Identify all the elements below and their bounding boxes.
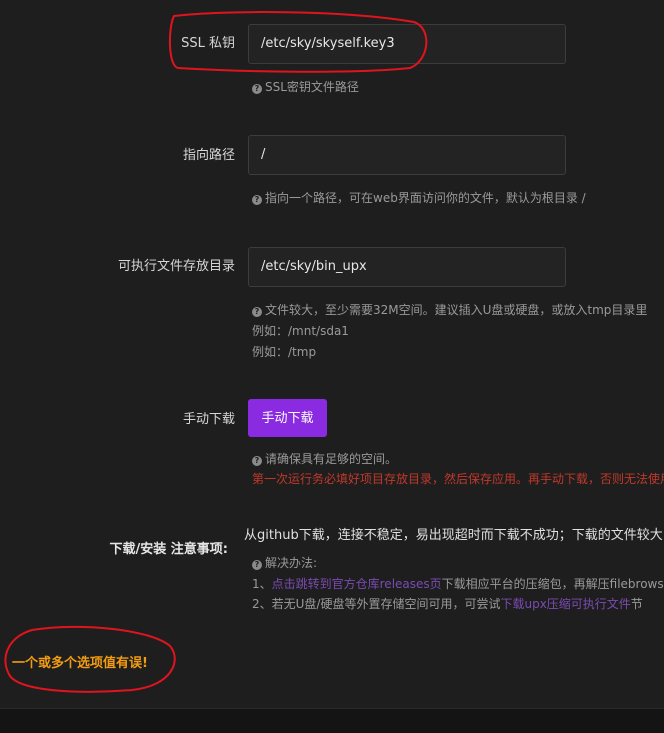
notes-main-text: 从github下载，连接不稳定，易出现超时而下载不成功；下载的文件较大 <box>244 528 663 543</box>
help-icon: ? <box>252 560 262 570</box>
help-icon: ? <box>252 307 262 317</box>
manual-download-warning: 第一次运行务必填好项目存放目录，然后保存应用。再手动下载，否则无法使用 <box>252 472 664 486</box>
exec-dir-input[interactable]: /etc/sky/bin_upx <box>248 247 566 287</box>
exec-dir-hint: ? 文件较大，至少需要32M空间。建议插入U盘或硬盘，或放入tmp目录里 <box>252 300 647 321</box>
path-hint: ? 指向一个路径，可在web界面访问你的文件，默认为根目录 / <box>252 188 586 209</box>
ssl-key-label: SSL 私钥 <box>181 36 235 51</box>
manual-download-button[interactable]: 手动下载 <box>248 399 327 437</box>
exec-dir-example2: 例如：/tmp <box>252 345 317 359</box>
ssl-key-hint: ? SSL密钥文件路径 <box>252 77 359 98</box>
notes-item-2: 2、若无U盘/硬盘等外置存储空间可用，可尝试下载upx压缩可执行文件节 <box>252 597 643 611</box>
exec-dir-label: 可执行文件存放目录 <box>117 259 235 274</box>
exec-dir-example1: 例如：/mnt/sda1 <box>252 324 349 338</box>
form-error-message: 一个或多个选项值有误! <box>12 656 148 671</box>
upx-download-link[interactable]: 下载upx压缩可执行文件 <box>500 597 630 611</box>
notes-solution-title: ? 解决办法: <box>252 553 317 574</box>
ssl-key-input[interactable]: /etc/sky/skyself.key3 <box>248 24 566 64</box>
path-label: 指向路径 <box>182 148 235 163</box>
manual-download-label: 手动下载 <box>182 412 235 427</box>
help-icon: ? <box>252 84 262 94</box>
manual-download-hint: ? 请确保具有足够的空间。 <box>252 449 397 470</box>
bottom-bar <box>0 708 664 733</box>
notes-label: 下载/安装 注意事项: <box>109 542 228 557</box>
notes-item-1: 1、点击跳转到官方仓库releases页下载相应平台的压缩包，再解压filebr… <box>252 577 664 591</box>
help-icon: ? <box>252 456 262 466</box>
path-input[interactable]: / <box>248 135 566 175</box>
help-icon: ? <box>252 195 262 205</box>
releases-link[interactable]: 点击跳转到官方仓库releases页 <box>272 577 442 591</box>
